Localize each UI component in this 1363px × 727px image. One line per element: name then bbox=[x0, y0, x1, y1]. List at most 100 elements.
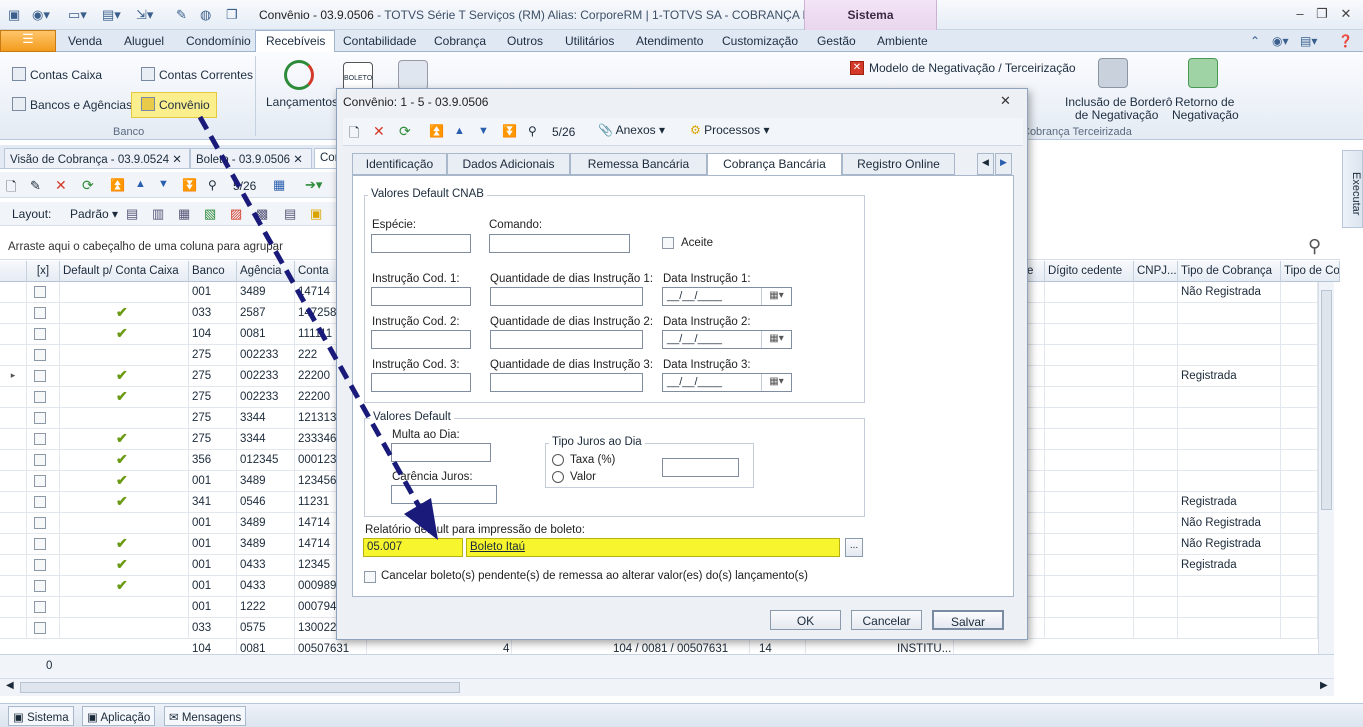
col-tipo-co[interactable]: Tipo de Co bbox=[1281, 261, 1340, 282]
menu-recebiveis[interactable]: Recebíveis bbox=[266, 34, 325, 48]
grid-tool-icon-4[interactable]: ▧ bbox=[204, 206, 216, 222]
next-record-icon[interactable]: ▼ bbox=[158, 178, 169, 190]
layout-icon[interactable]: ▤▾ bbox=[102, 7, 121, 23]
grid-tool-icon-8[interactable]: ▣ bbox=[310, 206, 322, 222]
anexos-button[interactable]: 📎 Anexos ▾ bbox=[598, 123, 665, 137]
calendar-dropdown-icon[interactable]: ▦▾ bbox=[761, 374, 791, 391]
prev-record-icon[interactable]: ▲ bbox=[135, 178, 146, 190]
dialog-last-icon[interactable]: ⏬ bbox=[502, 124, 517, 138]
row-select-checkbox[interactable] bbox=[34, 370, 46, 382]
export-icon[interactable]: ⇲▾ bbox=[136, 7, 153, 23]
help-icon[interactable]: ◍ bbox=[200, 7, 211, 23]
app-menu-icon[interactable]: ▣ bbox=[8, 7, 20, 23]
relatorio-name-link[interactable]: Boleto Itaú bbox=[466, 538, 840, 557]
close-tab-icon[interactable]: ✕ bbox=[172, 154, 182, 166]
row-select-checkbox[interactable] bbox=[34, 475, 46, 487]
row-select-checkbox[interactable] bbox=[34, 580, 46, 592]
contas-correntes-button[interactable]: Contas Correntes bbox=[159, 68, 253, 82]
row-select-checkbox[interactable] bbox=[34, 517, 46, 529]
row-select-checkbox[interactable] bbox=[34, 454, 46, 466]
menu-customizacao[interactable]: Customização bbox=[722, 34, 798, 48]
qtd3-input[interactable] bbox=[490, 373, 643, 392]
calendar-dropdown-icon[interactable]: ▦▾ bbox=[761, 288, 791, 305]
row-select-checkbox[interactable] bbox=[34, 328, 46, 340]
close-tab-icon[interactable]: ✕ bbox=[293, 154, 303, 166]
dialog-new-icon[interactable]: 🗋 bbox=[349, 124, 359, 146]
doc-tab-visao-cobranca[interactable]: Visão de Cobrança - 03.9.0524 ✕ bbox=[4, 148, 190, 169]
horizontal-scrollbar[interactable]: ◀ ▶ bbox=[0, 678, 1334, 696]
inclusao-bordero-line2[interactable]: de Negativação bbox=[1075, 108, 1158, 122]
grid-tool-icon-6[interactable]: ▩ bbox=[256, 206, 268, 222]
menu-aluguel[interactable]: Aluguel bbox=[124, 34, 164, 48]
tab-scroll-right-icon[interactable]: ▶ bbox=[995, 153, 1012, 175]
last-record-icon[interactable]: ⏬ bbox=[182, 178, 197, 192]
refresh-icon[interactable]: ⟳ bbox=[82, 177, 94, 194]
help-globe-icon[interactable]: ◉▾ bbox=[1272, 34, 1289, 48]
menu-venda[interactable]: Venda bbox=[68, 34, 102, 48]
close-window-button[interactable]: ✕ bbox=[1336, 6, 1356, 24]
col-conta[interactable]: Conta bbox=[295, 261, 340, 282]
qtd2-input[interactable] bbox=[490, 330, 643, 349]
tab-dados-adicionais[interactable]: Dados Adicionais bbox=[447, 153, 570, 175]
menu-utilitarios[interactable]: Utilitários bbox=[565, 34, 614, 48]
col-banco[interactable]: Banco bbox=[189, 261, 237, 282]
dialog-delete-icon[interactable]: ✕ bbox=[373, 123, 385, 140]
row-select-checkbox[interactable] bbox=[34, 496, 46, 508]
lancamentos-button[interactable]: Lançamentos bbox=[266, 95, 338, 109]
relatorio-code-input[interactable]: 05.007 bbox=[363, 538, 463, 557]
h-scroll-thumb[interactable] bbox=[20, 682, 460, 693]
row-select-checkbox[interactable] bbox=[34, 412, 46, 424]
convenio-button[interactable]: Convênio bbox=[159, 98, 210, 112]
delete-icon[interactable]: ✕ bbox=[55, 177, 67, 194]
cancelar-boleto-checkbox[interactable] bbox=[364, 571, 376, 583]
row-select-checkbox[interactable] bbox=[34, 349, 46, 361]
view-icon[interactable]: ▤▾ bbox=[1300, 34, 1317, 48]
table-row[interactable]: 104 0081 00507631 4 104 / 0081 / 00507631 14 I… bbox=[0, 639, 1318, 654]
status-aplicacao-button[interactable]: ▣ Aplicação bbox=[82, 706, 156, 726]
restore-button[interactable]: ❐ bbox=[1312, 6, 1332, 24]
comando-input[interactable] bbox=[489, 234, 630, 253]
retorno-negativacao-line2[interactable]: Negativação bbox=[1172, 108, 1239, 122]
data2-input[interactable]: __/__/____ ▦▾ bbox=[662, 330, 792, 349]
dialog-refresh-icon[interactable]: ⟳ bbox=[399, 123, 411, 140]
juros-valor-input[interactable] bbox=[662, 458, 739, 477]
layout-select[interactable]: Padrão ▾ bbox=[70, 207, 118, 221]
tab-identificacao[interactable]: Identificação bbox=[352, 153, 447, 175]
grid-tool-icon-3[interactable]: ▦ bbox=[178, 206, 190, 222]
col-default-conta-caixa[interactable]: Default p/ Conta Caixa bbox=[60, 261, 189, 282]
row-select-checkbox[interactable] bbox=[34, 307, 46, 319]
carencia-input[interactable] bbox=[391, 485, 497, 504]
search-icon[interactable]: ⚲ bbox=[1308, 236, 1321, 257]
aceite-checkbox[interactable] bbox=[662, 237, 674, 249]
salvar-button[interactable]: Salvar bbox=[932, 610, 1004, 630]
tab-registro-online[interactable]: Registro Online bbox=[842, 153, 955, 175]
dialog-close-icon[interactable]: ✕ bbox=[1000, 93, 1011, 109]
inclusao-bordero-line1[interactable]: Inclusão de Borderô bbox=[1065, 95, 1172, 109]
scroll-left-icon[interactable]: ◀ bbox=[6, 680, 14, 691]
col-agencia[interactable]: Agência bbox=[237, 261, 295, 282]
menu-condominio[interactable]: Condomínio bbox=[186, 34, 251, 48]
executar-side-panel[interactable]: Executar bbox=[1342, 150, 1363, 228]
col-select[interactable]: [x] bbox=[27, 261, 60, 282]
ok-button[interactable]: OK bbox=[770, 610, 841, 630]
data1-input[interactable]: __/__/____ ▦▾ bbox=[662, 287, 792, 306]
status-mensagens-button[interactable]: ✉ Mensagens bbox=[164, 706, 247, 726]
calendar-icon[interactable]: ▦ bbox=[273, 177, 285, 193]
tools-icon[interactable]: ✎ bbox=[176, 7, 187, 23]
instr2-input[interactable] bbox=[371, 330, 471, 349]
valor-radio[interactable] bbox=[552, 471, 564, 483]
modelo-negativacao-button[interactable]: Modelo de Negativação / Terceirização bbox=[869, 61, 1076, 75]
copy-icon[interactable]: ❐ bbox=[226, 7, 238, 23]
taxa-radio[interactable] bbox=[552, 454, 564, 466]
instr1-input[interactable] bbox=[371, 287, 471, 306]
dialog-binoculars-icon[interactable]: ⚲ bbox=[528, 124, 537, 138]
row-select-checkbox[interactable] bbox=[34, 391, 46, 403]
grid-tool-icon-1[interactable]: ▤ bbox=[126, 206, 138, 222]
tab-cobranca-bancaria[interactable]: Cobrança Bancária bbox=[707, 153, 842, 176]
menu-outros[interactable]: Outros bbox=[507, 34, 543, 48]
row-select-checkbox[interactable] bbox=[34, 538, 46, 550]
row-select-checkbox[interactable] bbox=[34, 286, 46, 298]
processos-button[interactable]: ⚙ Processos ▾ bbox=[690, 123, 770, 137]
row-select-checkbox[interactable] bbox=[34, 433, 46, 445]
menu-cobranca[interactable]: Cobrança bbox=[434, 34, 486, 48]
